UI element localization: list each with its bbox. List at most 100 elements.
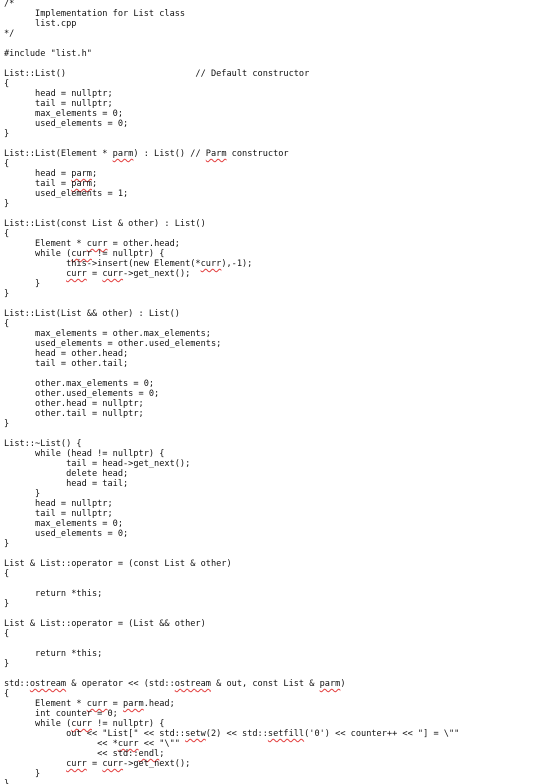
- spellcheck-flagged-word[interactable]: curr: [66, 759, 87, 769]
- text-editor-document[interactable]: /* Implementation for List class list.cp…: [0, 0, 538, 784]
- code-line: List::List(const List & other) : List(): [4, 219, 206, 229]
- spellcheck-flagged-word[interactable]: ostream: [30, 679, 66, 689]
- code-line: max_elements = 0;: [4, 519, 123, 529]
- code-line: }: [4, 769, 41, 779]
- code-line: }: [4, 129, 10, 139]
- spellcheck-flagged-word[interactable]: curr: [71, 719, 92, 729]
- code-line: while (head != nullptr) {: [4, 449, 165, 459]
- code-line: List & List::operator = (List && other): [4, 619, 206, 629]
- spellcheck-flagged-word[interactable]: parm: [320, 679, 341, 689]
- code-line: while (curr != nullptr) {: [4, 719, 165, 729]
- code-line: curr = curr->get_next();: [66, 269, 191, 279]
- spellcheck-flagged-word[interactable]: ostream: [175, 679, 211, 689]
- code-line: out << "List[" << std::setw(2) << std::s…: [4, 729, 460, 739]
- code-line: }: [4, 419, 10, 429]
- code-line: }: [4, 779, 10, 784]
- code-line: std::ostream & operator << (std::ostream…: [4, 679, 346, 689]
- code-line: other.max_elements = 0;: [4, 379, 155, 389]
- code-line: list.cpp: [4, 19, 77, 29]
- code-line: head = nullptr;: [4, 499, 113, 509]
- code-line: }: [4, 489, 41, 499]
- code-line: }: [4, 289, 10, 299]
- code-line: head = nullptr;: [4, 89, 113, 99]
- code-line: List & List::operator = (const List & ot…: [4, 559, 232, 569]
- code-line: used_elements = 1;: [4, 189, 129, 199]
- spellcheck-flagged-word[interactable]: curr: [102, 269, 123, 279]
- code-line: tail = other.tail;: [4, 359, 129, 369]
- code-line: tail = nullptr;: [4, 509, 113, 519]
- code-line: head = tail;: [4, 479, 129, 489]
- code-line: }: [4, 659, 10, 669]
- code-line: List::~List() {: [4, 439, 82, 449]
- code-line: max_elements = other.max_elements;: [4, 329, 211, 339]
- spellcheck-flagged-word[interactable]: endl: [139, 749, 160, 759]
- code-line: }: [4, 279, 41, 289]
- spellcheck-flagged-word[interactable]: curr: [102, 759, 123, 769]
- code-line: int counter = 0;: [4, 709, 118, 719]
- code-line: #include "list.h": [4, 49, 92, 59]
- code-line: tail = nullptr;: [4, 99, 113, 109]
- code-line: }: [4, 599, 10, 609]
- code-line: other.head = nullptr;: [4, 399, 144, 409]
- code-line: }: [4, 199, 10, 209]
- spellcheck-flagged-word[interactable]: parm: [71, 179, 92, 189]
- code-line: List::List(List && other) : List(): [4, 309, 180, 319]
- code-line: Implementation for List class: [4, 9, 186, 19]
- code-line: head = other.head;: [4, 349, 129, 359]
- code-line: curr = curr->get_next();: [66, 759, 191, 769]
- code-line: /*: [4, 0, 15, 9]
- code-line: List::List(Element * parm) : List() // P…: [4, 149, 289, 159]
- code-line: head = parm;: [4, 169, 98, 179]
- code-line: {: [4, 689, 10, 699]
- code-line: << std::endl;: [4, 749, 165, 759]
- code-line: {: [4, 229, 10, 239]
- code-line: other.used_elements = 0;: [4, 389, 160, 399]
- code-line: {: [4, 629, 10, 639]
- spellcheck-flagged-word[interactable]: curr: [71, 249, 92, 259]
- code-line: << *curr << "\"": [4, 739, 180, 749]
- code-line: List::List() // Default constructor: [4, 69, 310, 79]
- code-line: {: [4, 159, 10, 169]
- code-text-area[interactable]: /* Implementation for List class list.cp…: [4, 0, 459, 784]
- code-line: Element * curr = other.head;: [4, 239, 180, 249]
- spellcheck-flagged-word[interactable]: setw: [185, 729, 206, 739]
- code-line: return *this;: [4, 649, 103, 659]
- code-line: this->insert(new Element(*curr),-1);: [4, 259, 253, 269]
- spellcheck-flagged-word[interactable]: curr: [118, 739, 139, 749]
- spellcheck-flagged-word[interactable]: curr: [66, 269, 87, 279]
- code-line: used_elements = other.used_elements;: [4, 339, 222, 349]
- spellcheck-flagged-word[interactable]: parm: [71, 169, 92, 179]
- spellcheck-flagged-word[interactable]: Parm: [206, 149, 227, 159]
- code-line: */: [4, 29, 15, 39]
- spellcheck-flagged-word[interactable]: parm: [123, 699, 144, 709]
- code-line: while (curr != nullptr) {: [4, 249, 165, 259]
- code-line: {: [4, 79, 10, 89]
- code-line: max_elements = 0;: [4, 109, 123, 119]
- code-line: {: [4, 319, 10, 329]
- code-line: tail = head->get_next();: [4, 459, 191, 469]
- code-line: tail = parm;: [4, 179, 98, 189]
- code-line: other.tail = nullptr;: [4, 409, 144, 419]
- spellcheck-flagged-word[interactable]: setfill: [268, 729, 304, 739]
- code-line: delete head;: [4, 469, 129, 479]
- code-line: {: [4, 569, 10, 579]
- spellcheck-flagged-word[interactable]: parm: [113, 149, 134, 159]
- spellcheck-flagged-word[interactable]: curr: [87, 699, 108, 709]
- code-line: used_elements = 0;: [4, 119, 129, 129]
- code-line: used_elements = 0;: [4, 529, 129, 539]
- code-line: Element * curr = parm.head;: [4, 699, 175, 709]
- spellcheck-flagged-word[interactable]: curr: [87, 239, 108, 249]
- spellcheck-flagged-word[interactable]: curr: [201, 259, 222, 269]
- code-line: return *this;: [4, 589, 103, 599]
